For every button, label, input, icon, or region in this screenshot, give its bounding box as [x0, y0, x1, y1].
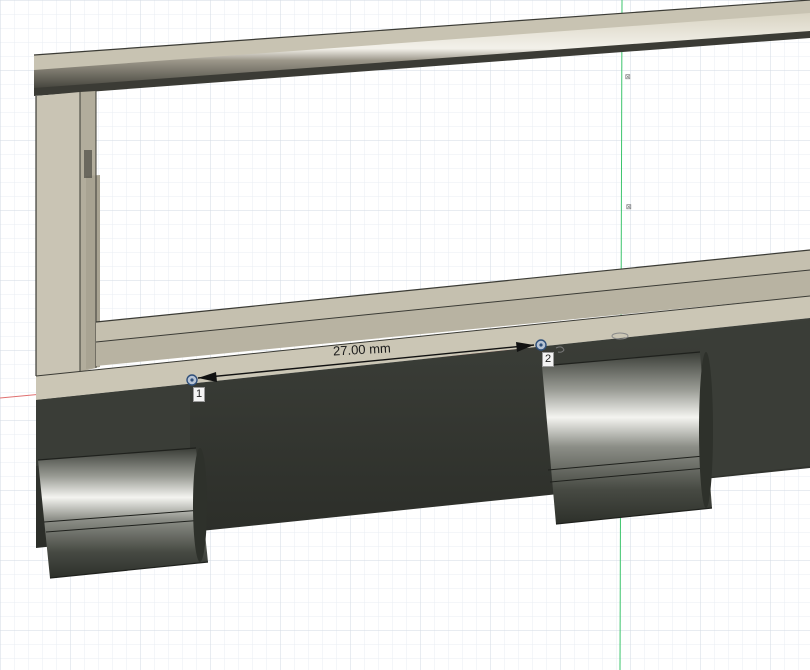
middle-cylinder	[541, 351, 713, 525]
sketch-marker-icon: ⊠	[623, 204, 633, 209]
measure-value-label: 27.00 mm	[332, 340, 392, 359]
point-1-label: 1	[193, 387, 206, 402]
cad-viewport[interactable]: ⊠ ⊠	[0, 0, 810, 670]
measure-point-1[interactable]	[186, 374, 198, 386]
point-2-label: 2	[542, 352, 555, 367]
sketch-marker-icon: ⊠	[622, 74, 632, 79]
measure-point-2[interactable]	[535, 339, 547, 351]
left-frame	[35, 91, 100, 376]
left-cylinder	[37, 447, 209, 579]
